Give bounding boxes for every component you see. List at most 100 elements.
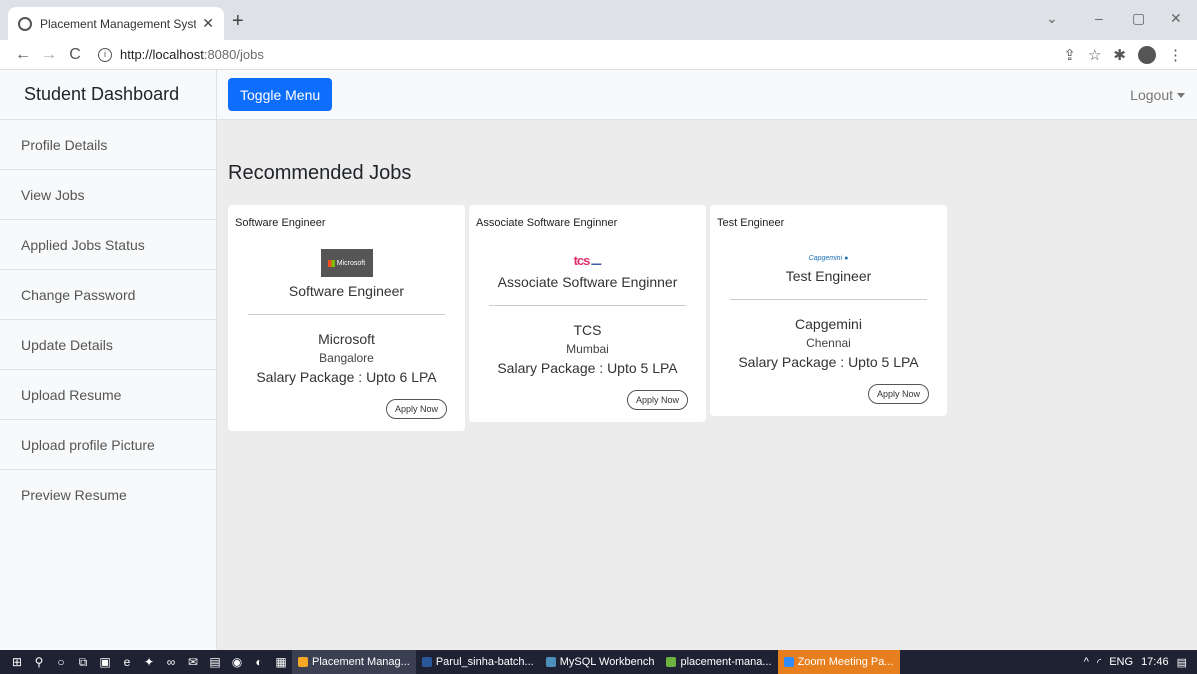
sidebar-item-profile-details[interactable]: Profile Details [0, 120, 216, 170]
sidebar-item-upload-resume[interactable]: Upload Resume [0, 370, 216, 420]
job-role-heading: Test Engineer [717, 217, 785, 229]
company-logo: Capgemini ● [710, 255, 947, 262]
sidebar-item-change-password[interactable]: Change Password [0, 270, 216, 320]
windows-taskbar: ⊞ ⚲ ○ ⧉ ▣ e ✦ ∞ ✉ ▤ ◉ ◐ ▦ Placement Mana… [0, 650, 1197, 674]
tcs-logo: tcs ▬▬ [573, 253, 602, 268]
sidebar-heading: Student Dashboard [0, 70, 216, 120]
extensions-icon[interactable]: ✱ [1113, 46, 1126, 64]
company-logo: tcs ▬▬ [469, 253, 706, 268]
windows-icon [327, 259, 335, 267]
divider [489, 305, 686, 306]
job-role: Test Engineer [785, 268, 872, 284]
company-logo: Microsoft [228, 249, 465, 277]
url-host: http://localhost [120, 47, 204, 62]
reload-icon[interactable]: C [62, 46, 88, 64]
taskbar-app-label: MySQL Workbench [559, 656, 655, 668]
bookmark-star-icon[interactable]: ☆ [1088, 46, 1101, 64]
job-card: Associate Software Enginner tcs ▬▬ Associ… [469, 205, 706, 422]
maximize-icon[interactable]: ▢ [1132, 10, 1145, 27]
chevron-up-icon[interactable]: ^ [1084, 656, 1089, 668]
url-path: :8080/jobs [203, 47, 264, 62]
taskbar-app-spring[interactable]: placement-mana... [660, 650, 777, 674]
microsoft-logo: Microsoft [320, 249, 373, 277]
search-icon[interactable]: ⚲ [28, 650, 50, 674]
notepad-icon[interactable]: ▦ [270, 650, 292, 674]
logo-text: tcs [573, 253, 591, 268]
windows-start-icon[interactable]: ⊞ [6, 650, 28, 674]
salary-package: Salary Package : Upto 5 LPA [738, 354, 919, 370]
apply-now-button[interactable]: Apply Now [867, 384, 929, 404]
app-container: Student Dashboard Profile Details View J… [0, 70, 1197, 650]
job-role-heading: Associate Software Enginner [476, 217, 618, 229]
chrome-icon[interactable]: ◉ [226, 650, 248, 674]
job-location: Mumbai [566, 342, 609, 356]
toggle-menu-button[interactable]: Toggle Menu [228, 78, 333, 111]
globe-icon [18, 16, 32, 31]
job-role-heading: Software Engineer [235, 217, 326, 229]
language-indicator[interactable]: ENG [1109, 656, 1133, 668]
dropbox-icon[interactable]: ✦ [138, 650, 160, 674]
logout-dropdown[interactable]: Logout [1130, 87, 1185, 103]
menu-kebab-icon[interactable]: ⋮ [1168, 46, 1183, 64]
file-explorer-icon[interactable]: ▤ [204, 650, 226, 674]
cortana-icon[interactable]: ○ [50, 650, 72, 674]
job-role: Software Engineer [288, 283, 405, 299]
logo-text: Capgemini [808, 255, 843, 262]
apply-now-button[interactable]: Apply Now [385, 399, 447, 419]
address-bar: ← → C i http://localhost:8080/jobs ⇪ ☆ ✱… [0, 40, 1197, 70]
taskbar-app-label: placement-mana... [680, 656, 772, 668]
taskbar-app-zoom[interactable]: Zoom Meeting Pa... [777, 650, 900, 674]
clock[interactable]: 17:46 [1141, 656, 1169, 668]
divider [248, 314, 445, 315]
forward-icon[interactable]: → [36, 46, 62, 64]
capgemini-logo: Capgemini ● [808, 255, 849, 262]
wifi-icon[interactable]: ◜ [1097, 656, 1101, 669]
taskbar-app-word[interactable]: Parul_sinha-batch... [416, 650, 540, 674]
infinity-icon[interactable]: ∞ [160, 650, 182, 674]
notification-icon[interactable]: ▤ [1177, 656, 1187, 669]
top-navbar: Toggle Menu Logout [217, 70, 1197, 120]
close-tab-icon[interactable]: ✕ [202, 15, 214, 32]
zoom-icon [783, 657, 794, 667]
info-icon[interactable]: i [98, 47, 112, 62]
task-view-icon[interactable]: ⧉ [72, 650, 94, 674]
url-field[interactable]: i http://localhost:8080/jobs [98, 43, 1063, 67]
mail-icon[interactable]: ✉ [182, 650, 204, 674]
spring-icon [666, 657, 677, 667]
close-window-icon[interactable]: ✕ [1170, 10, 1182, 27]
share-icon[interactable]: ⇪ [1063, 46, 1076, 64]
sidebar-item-upload-profile-picture[interactable]: Upload profile Picture [0, 420, 216, 470]
sidebar-item-applied-jobs-status[interactable]: Applied Jobs Status [0, 220, 216, 270]
taskbar-app-label: Zoom Meeting Pa... [797, 656, 894, 668]
sidebar-item-view-jobs[interactable]: View Jobs [0, 170, 216, 220]
job-card: Test Engineer Capgemini ● Test Engineer … [710, 205, 947, 416]
sidebar: Student Dashboard Profile Details View J… [0, 70, 217, 650]
taskbar-app-mysql[interactable]: MySQL Workbench [540, 650, 661, 674]
sidebar-item-preview-resume[interactable]: Preview Resume [0, 470, 216, 520]
mysql-icon [545, 657, 556, 667]
profile-avatar-icon[interactable] [1138, 45, 1156, 64]
chrome-icon [298, 657, 308, 667]
page-title: Recommended Jobs [228, 162, 412, 184]
store-icon[interactable]: ▣ [94, 650, 116, 674]
minimize-icon[interactable]: – [1095, 10, 1103, 26]
logout-label: Logout [1130, 86, 1173, 103]
job-role: Associate Software Enginner [497, 274, 678, 290]
system-tray: ^ ◜ ENG 17:46 ▤ [1084, 656, 1197, 669]
company-name: Microsoft [318, 331, 375, 347]
job-cards: Software Engineer Microsoft Software Eng… [228, 205, 947, 431]
sidebar-item-update-details[interactable]: Update Details [0, 320, 216, 370]
job-location: Chennai [806, 336, 851, 350]
apply-now-button[interactable]: Apply Now [626, 390, 688, 410]
new-tab-icon[interactable]: + [232, 10, 244, 33]
edge-icon[interactable]: e [116, 650, 138, 674]
taskbar-app-chrome[interactable]: Placement Manag... [292, 650, 416, 674]
logo-text: Microsoft [336, 259, 366, 267]
browser-tab[interactable]: Placement Management System ✕ [8, 7, 224, 40]
back-icon[interactable]: ← [10, 46, 36, 64]
divider [730, 299, 927, 300]
salary-package: Salary Package : Upto 5 LPA [497, 360, 678, 376]
app-icon[interactable]: ◐ [248, 650, 270, 674]
tab-search-icon[interactable]: ⌄ [1046, 10, 1058, 27]
taskbar-app-label: Placement Manag... [312, 656, 410, 668]
